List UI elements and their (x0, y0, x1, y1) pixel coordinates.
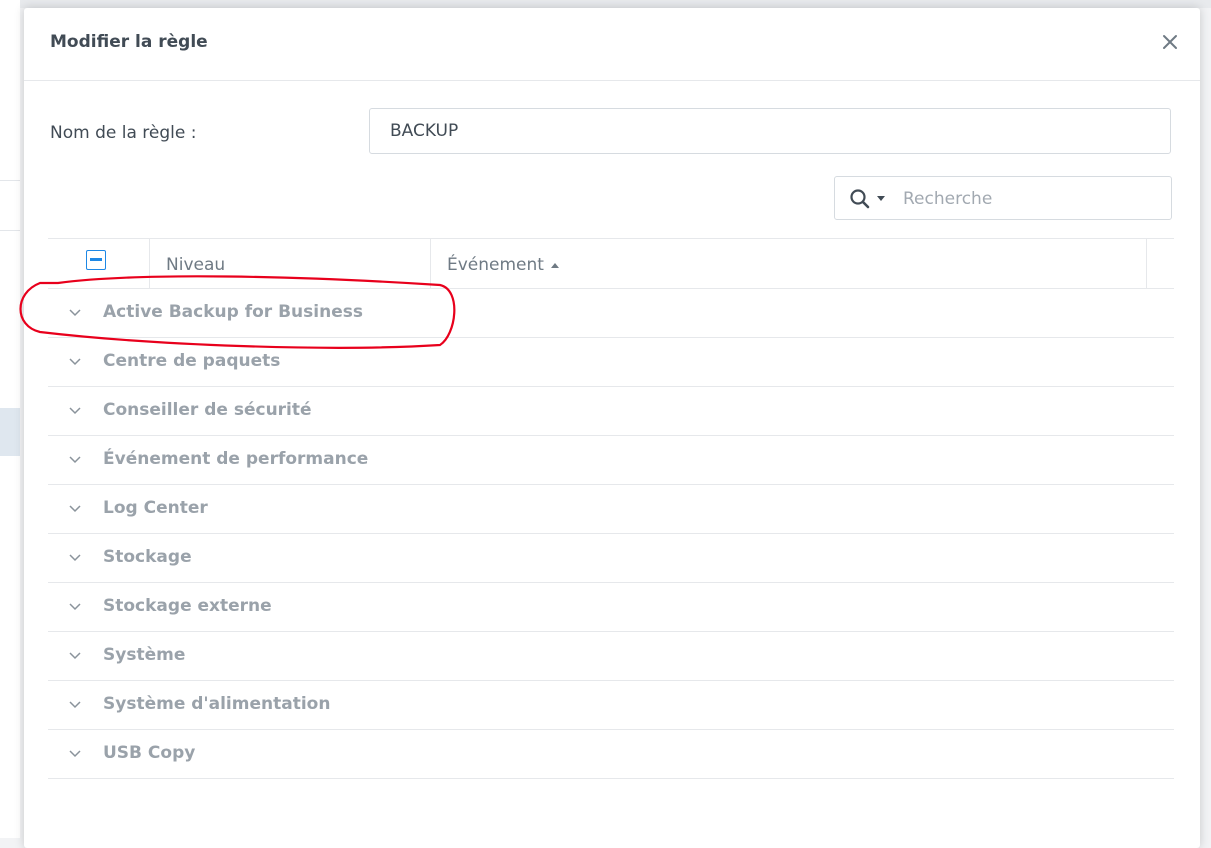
group-row[interactable]: USB Copy (48, 730, 1174, 779)
chevron-down-icon[interactable] (68, 306, 82, 320)
background-top-shade (0, 0, 1211, 8)
chevron-down-icon[interactable] (68, 453, 82, 467)
edit-rule-dialog: Modifier la règle Nom de la règle : Nive… (24, 8, 1200, 848)
group-label: Système (103, 645, 186, 665)
column-label-niveau: Niveau (166, 255, 226, 275)
group-row[interactable]: Événement de performance (48, 436, 1174, 485)
rule-name-label: Nom de la règle : (50, 123, 197, 143)
dialog-header: Modifier la règle (24, 8, 1200, 81)
group-row[interactable]: Stockage externe (48, 583, 1174, 632)
column-header-niveau[interactable]: Niveau (150, 239, 431, 288)
column-label-evenement-wrap: Événement (447, 255, 559, 275)
group-list: Active Backup for Business Centre de paqu… (48, 289, 1174, 779)
rule-name-input[interactable] (369, 108, 1171, 154)
search-icon[interactable] (849, 188, 871, 214)
close-icon (1163, 35, 1177, 49)
chevron-down-icon[interactable] (68, 355, 82, 369)
close-button[interactable] (1158, 30, 1182, 54)
dialog-title: Modifier la règle (50, 32, 208, 52)
select-all-column (48, 239, 150, 288)
group-label: Stockage (103, 547, 192, 567)
sort-ascending-icon (550, 262, 559, 268)
event-grid: Niveau Événement Active Backup for Busin… (48, 238, 1174, 779)
group-row[interactable]: Active Backup for Business (48, 289, 1174, 338)
group-label: Stockage externe (103, 596, 272, 616)
group-label: USB Copy (103, 743, 196, 763)
group-row[interactable]: Système d'alimentation (48, 681, 1174, 730)
group-row[interactable]: Système (48, 632, 1174, 681)
search-dropdown-caret-icon[interactable] (877, 196, 885, 201)
column-header-evenement[interactable]: Événement (431, 239, 1147, 288)
chevron-down-icon[interactable] (68, 502, 82, 516)
grid-header: Niveau Événement (48, 238, 1174, 289)
column-label-evenement: Événement (447, 255, 544, 275)
group-row[interactable]: Conseiller de sécurité (48, 387, 1174, 436)
search-box[interactable] (834, 176, 1172, 220)
group-row[interactable]: Centre de paquets (48, 338, 1174, 387)
chevron-down-icon[interactable] (68, 551, 82, 565)
group-label: Centre de paquets (103, 351, 281, 371)
group-label: Événement de performance (103, 449, 369, 469)
chevron-down-icon[interactable] (68, 600, 82, 614)
group-row[interactable]: Log Center (48, 485, 1174, 534)
chevron-down-icon[interactable] (68, 649, 82, 663)
chevron-down-icon[interactable] (68, 698, 82, 712)
group-label: Active Backup for Business (103, 302, 363, 322)
chevron-down-icon[interactable] (68, 747, 82, 761)
group-label: Système d'alimentation (103, 694, 331, 714)
group-label: Conseiller de sécurité (103, 400, 312, 420)
group-row[interactable]: Stockage (48, 534, 1174, 583)
select-all-checkbox[interactable] (86, 250, 106, 270)
background-window (0, 0, 20, 838)
group-label: Log Center (103, 498, 208, 518)
chevron-down-icon[interactable] (68, 404, 82, 418)
search-input[interactable] (901, 185, 1165, 213)
